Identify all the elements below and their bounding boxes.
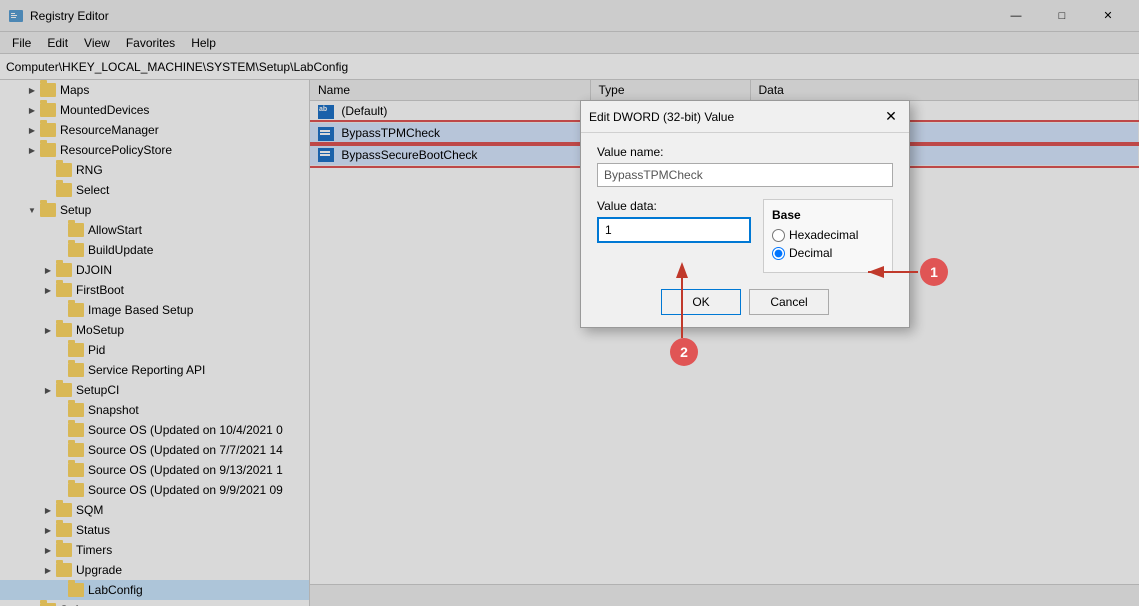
cancel-button[interactable]: Cancel bbox=[749, 289, 829, 315]
dialog-overlay: Edit DWORD (32-bit) Value ✕ Value name: … bbox=[0, 0, 1139, 606]
value-name-display: BypassTPMCheck bbox=[597, 163, 893, 187]
hexadecimal-label: Hexadecimal bbox=[789, 228, 858, 242]
decimal-radio-row[interactable]: Decimal bbox=[772, 246, 884, 260]
dialog-row: Value data: Base Hexadecimal Decimal bbox=[597, 199, 893, 273]
value-data-section: Value data: bbox=[597, 199, 751, 273]
dialog-title: Edit DWORD (32-bit) Value bbox=[589, 110, 734, 124]
value-name-label: Value name: bbox=[597, 145, 893, 159]
annotation-badge-2: 2 bbox=[670, 338, 698, 366]
ok-button[interactable]: OK bbox=[661, 289, 741, 315]
annotation-badge-1: 1 bbox=[920, 258, 948, 286]
arrow-annotations bbox=[0, 0, 1139, 606]
value-data-label: Value data: bbox=[597, 199, 751, 213]
base-label: Base bbox=[772, 208, 884, 222]
decimal-label: Decimal bbox=[789, 246, 832, 260]
hexadecimal-radio-row[interactable]: Hexadecimal bbox=[772, 228, 884, 242]
decimal-radio[interactable] bbox=[772, 247, 785, 260]
value-data-input[interactable] bbox=[597, 217, 751, 243]
edit-dword-dialog: Edit DWORD (32-bit) Value ✕ Value name: … bbox=[580, 100, 910, 328]
dialog-close-button[interactable]: ✕ bbox=[881, 107, 901, 127]
hexadecimal-radio[interactable] bbox=[772, 229, 785, 242]
dialog-buttons: OK Cancel bbox=[597, 289, 893, 315]
base-section: Base Hexadecimal Decimal bbox=[763, 199, 893, 273]
dialog-title-bar: Edit DWORD (32-bit) Value ✕ bbox=[581, 101, 909, 133]
dialog-body: Value name: BypassTPMCheck Value data: B… bbox=[581, 133, 909, 327]
